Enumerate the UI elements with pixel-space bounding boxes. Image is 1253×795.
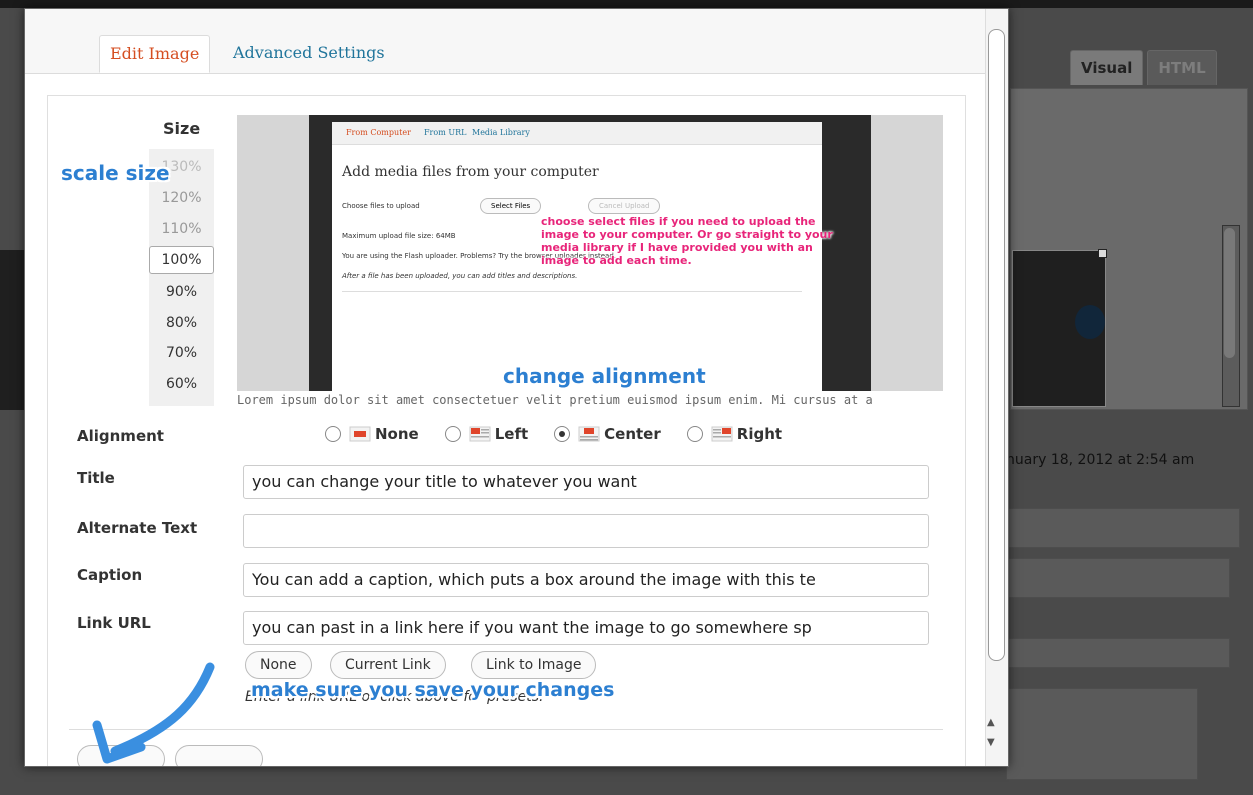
align-left-label: Left: [494, 425, 529, 443]
upload-annotation: choose select files if you need to uploa…: [541, 215, 833, 267]
size-option-100[interactable]: 100%: [149, 246, 214, 274]
background-left-image: [0, 250, 24, 410]
preview-caption-text: Lorem ipsum dolor sit amet consectetuer …: [237, 393, 873, 407]
align-center-icon: [578, 426, 600, 442]
preview-choose-label: Choose files to upload: [342, 202, 420, 210]
preview-divider: [342, 291, 802, 292]
background-tab-visual: Visual: [1070, 50, 1144, 85]
size-list: [149, 149, 214, 406]
link-none-button[interactable]: None: [245, 651, 312, 679]
background-image-handle: [1098, 249, 1107, 258]
preview-heading: Add media files from your computer: [342, 164, 599, 180]
background-row: [1006, 558, 1230, 598]
scroll-up-icon[interactable]: ▲: [987, 717, 995, 728]
change-alignment-annotation: change alignment: [503, 364, 706, 388]
caption-input[interactable]: You can add a caption, which puts a box …: [243, 563, 929, 597]
background-editor-tabs: Visual HTML: [1070, 50, 1217, 85]
preview-select-files: Select Files: [480, 198, 542, 214]
align-option-right[interactable]: Right: [686, 425, 783, 443]
preview-max-size: Maximum upload file size: 64MB: [342, 232, 456, 240]
size-option-70[interactable]: 70%: [149, 345, 214, 361]
size-option-120[interactable]: 120%: [149, 190, 214, 206]
scroll-down-icon[interactable]: ▼: [987, 737, 995, 748]
alignment-label: Alignment: [77, 427, 164, 445]
background-image-circle: [1075, 305, 1105, 339]
align-left-icon: [469, 426, 491, 442]
align-center-label: Center: [604, 425, 661, 443]
title-input[interactable]: you can change your title to whatever yo…: [243, 465, 929, 499]
tab-edit-image[interactable]: Edit Image: [99, 35, 211, 73]
preview-after-text: After a file has been uploaded, you can …: [342, 272, 578, 280]
size-option-110[interactable]: 110%: [149, 221, 214, 237]
link-url-label: Link URL: [77, 614, 151, 632]
preview-tab-media-library: Media Library: [472, 128, 530, 137]
size-heading: Size: [163, 119, 201, 138]
align-option-none[interactable]: None: [325, 425, 419, 443]
align-right-label: Right: [736, 425, 783, 443]
background-row: [1006, 638, 1230, 668]
preview-tab-from-computer: From Computer: [346, 128, 411, 137]
background-row: [1006, 508, 1240, 548]
alt-text-input[interactable]: [243, 514, 929, 548]
size-option-80[interactable]: 80%: [149, 315, 214, 331]
caption-label: Caption: [77, 566, 143, 584]
background-tab-html: HTML: [1147, 50, 1217, 85]
title-label: Title: [77, 469, 115, 487]
preview-tab-from-url: From URL: [424, 128, 467, 137]
background-date: nuary 18, 2012 at 2:54 am: [1006, 452, 1195, 468]
tab-advanced-settings[interactable]: Advanced Settings: [223, 35, 395, 73]
size-option-60[interactable]: 60%: [149, 376, 214, 392]
save-changes-annotation: make sure you save your changes: [251, 679, 615, 701]
align-left-radio[interactable]: [444, 426, 461, 442]
edit-image-modal: Edit Image Advanced Settings Size 130% 1…: [24, 8, 1009, 767]
align-right-icon: [711, 426, 733, 442]
link-to-image-button[interactable]: Link to Image: [471, 651, 597, 679]
background-scrollbar-thumb: [1224, 228, 1235, 358]
align-option-center[interactable]: Center: [554, 425, 661, 443]
link-current-button[interactable]: Current Link: [330, 651, 446, 679]
scale-size-annotation: scale size: [61, 161, 170, 185]
preview-cancel-upload: Cancel Upload: [588, 198, 661, 214]
alignment-options: None Left Center Right: [325, 425, 808, 443]
align-right-radio[interactable]: [686, 426, 703, 442]
align-option-left[interactable]: Left: [444, 425, 529, 443]
align-center-radio[interactable]: [554, 426, 571, 442]
alt-text-label: Alternate Text: [77, 519, 198, 537]
background-textarea: [1006, 688, 1198, 780]
arrow-icon: [92, 662, 215, 764]
background-top-bar: [0, 0, 1253, 8]
size-option-90[interactable]: 90%: [149, 284, 214, 300]
align-none-label: None: [375, 425, 419, 443]
link-url-input[interactable]: you can past in a link here if you want …: [243, 611, 929, 645]
align-none-icon: [349, 426, 371, 442]
align-none-radio[interactable]: [325, 426, 341, 442]
modal-scrollbar-thumb[interactable]: [988, 29, 1005, 661]
